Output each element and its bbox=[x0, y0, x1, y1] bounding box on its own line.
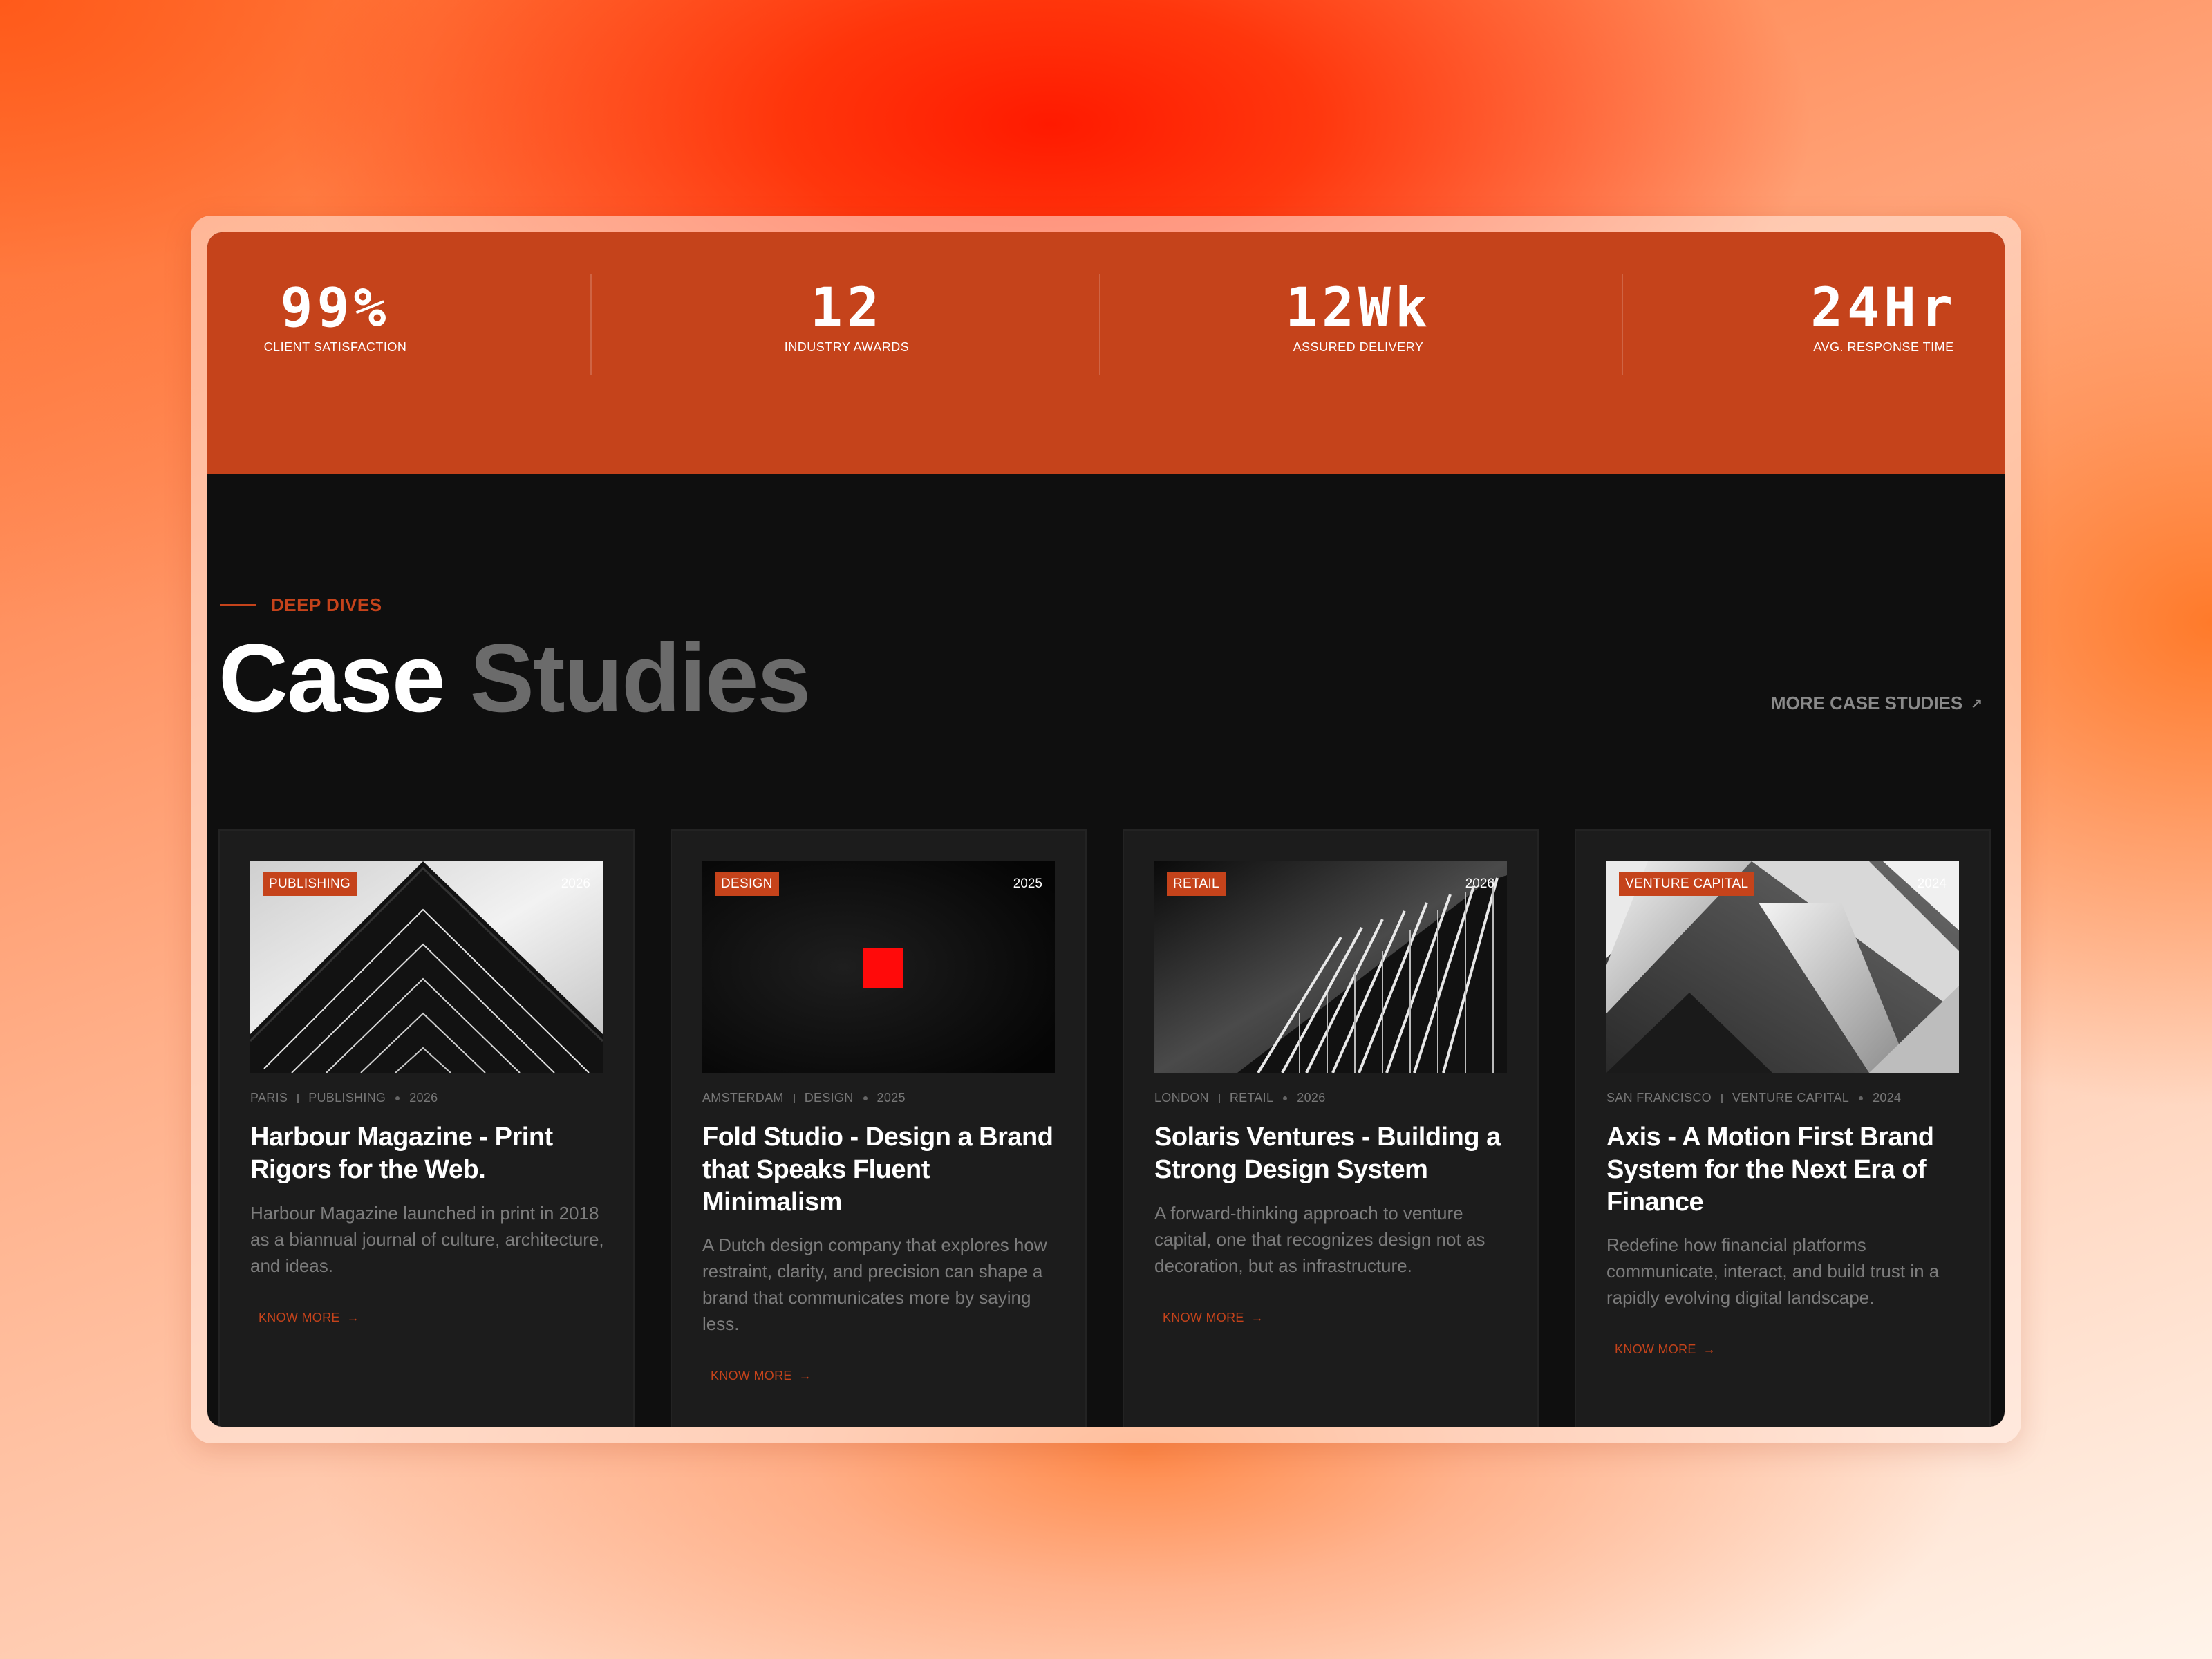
know-more-label: KNOW MORE bbox=[711, 1369, 792, 1382]
know-more-label: KNOW MORE bbox=[1615, 1342, 1696, 1356]
card-meta-year: 2026 bbox=[409, 1091, 438, 1105]
stat-response-time: 24Hr AVG. RESPONSE TIME bbox=[1797, 281, 1970, 355]
know-more-label: KNOW MORE bbox=[259, 1311, 340, 1324]
meta-dot bbox=[395, 1096, 400, 1100]
page-window: 99% CLIENT SATISFACTION 12 INDUSTRY AWAR… bbox=[207, 232, 2005, 1427]
know-more-link[interactable]: KNOW MORE → bbox=[1163, 1311, 1264, 1325]
card-title: Harbour Magazine - Print Rigors for the … bbox=[250, 1123, 553, 1184]
eyebrow-text: DEEP DIVES bbox=[271, 594, 382, 615]
more-link-label: MORE CASE STUDIES bbox=[1770, 693, 1963, 713]
card-category: VENTURE CAPITAL bbox=[1732, 1091, 1850, 1105]
card-title: Axis - A Motion First Brand System for t… bbox=[1606, 1123, 1934, 1217]
card-year: 2025 bbox=[1013, 877, 1042, 891]
stat-label: INDUSTRY AWARDS bbox=[784, 340, 910, 354]
know-more-link[interactable]: KNOW MORE → bbox=[259, 1311, 359, 1325]
meta-separator bbox=[793, 1093, 795, 1103]
stat-divider bbox=[590, 274, 592, 375]
card-year: 2026 bbox=[561, 877, 590, 891]
card-category: DESIGN bbox=[804, 1091, 854, 1105]
card-title: Fold Studio - Design a Brand that Speaks… bbox=[702, 1123, 1053, 1217]
stat-industry-awards: 12 INDUSTRY AWARDS bbox=[760, 281, 933, 355]
case-study-card[interactable]: VENTURE CAPITAL 2024 SAN FRANCISCO VENTU… bbox=[1575, 830, 1991, 1427]
stat-divider bbox=[1622, 274, 1623, 375]
stat-assured-delivery: 12Wk ASSURED DELIVERY bbox=[1272, 281, 1445, 355]
more-case-studies-link[interactable]: MORE CASE STUDIES ↗ bbox=[1771, 693, 1983, 714]
know-more-link[interactable]: KNOW MORE → bbox=[1615, 1342, 1716, 1357]
card-image-chevron-building: PUBLISHING 2026 bbox=[250, 861, 603, 1073]
stat-value: 12 bbox=[810, 277, 883, 339]
stat-label: AVG. RESPONSE TIME bbox=[1813, 340, 1954, 354]
card-year: 2026 bbox=[1465, 877, 1494, 891]
know-more-link[interactable]: KNOW MORE → bbox=[711, 1369, 812, 1383]
stat-divider bbox=[1099, 274, 1100, 375]
card-category: PUBLISHING bbox=[308, 1091, 386, 1105]
meta-separator bbox=[1721, 1093, 1723, 1103]
meta-separator bbox=[297, 1093, 299, 1103]
card-meta-year: 2026 bbox=[1297, 1091, 1326, 1105]
card-title: Solaris Ventures - Building a Strong Des… bbox=[1154, 1123, 1501, 1184]
title-secondary: Studies bbox=[469, 624, 812, 732]
card-meta-year: 2025 bbox=[877, 1091, 906, 1105]
card-location: PARIS bbox=[250, 1091, 288, 1105]
section-title: Case Studies bbox=[218, 624, 812, 732]
card-description: A forward-thinking approach to venture c… bbox=[1154, 1203, 1485, 1276]
arrow-right-icon: → bbox=[798, 1369, 812, 1382]
arrow-right-icon: → bbox=[1703, 1342, 1716, 1356]
card-tag: VENTURE CAPITAL bbox=[1619, 872, 1755, 896]
case-study-card[interactable]: PUBLISHING 2026 PARIS PUBLISHING 2026 Ha… bbox=[218, 830, 635, 1427]
stat-label: CLIENT SATISFACTION bbox=[263, 340, 407, 354]
card-description: Harbour Magazine launched in print in 20… bbox=[250, 1203, 604, 1276]
meta-dot bbox=[1283, 1096, 1288, 1100]
card-meta: AMSTERDAM DESIGN 2025 bbox=[702, 1091, 906, 1105]
meta-separator bbox=[1218, 1093, 1220, 1103]
stat-client-satisfaction: 99% CLIENT SATISFACTION bbox=[249, 281, 422, 355]
meta-dot bbox=[863, 1096, 868, 1100]
arrow-up-right-icon: ↗ bbox=[1971, 696, 1983, 711]
browser-frame: 99% CLIENT SATISFACTION 12 INDUSTRY AWAR… bbox=[191, 216, 2021, 1443]
section-eyebrow: DEEP DIVES bbox=[220, 594, 382, 616]
card-description: Redefine how financial platforms communi… bbox=[1606, 1235, 1940, 1308]
card-location: LONDON bbox=[1154, 1091, 1209, 1105]
card-year: 2024 bbox=[1917, 877, 1947, 891]
case-study-card[interactable]: RETAIL 2026 LONDON RETAIL 2026 Solaris V… bbox=[1123, 830, 1539, 1427]
know-more-label: KNOW MORE bbox=[1163, 1311, 1244, 1324]
card-meta: LONDON RETAIL 2026 bbox=[1154, 1091, 1326, 1105]
card-location: SAN FRANCISCO bbox=[1606, 1091, 1712, 1105]
stats-band: 99% CLIENT SATISFACTION 12 INDUSTRY AWAR… bbox=[207, 232, 2005, 474]
card-image-abstract-chevrons: VENTURE CAPITAL 2024 bbox=[1606, 861, 1959, 1073]
card-tag: DESIGN bbox=[715, 872, 779, 896]
stat-value: 99% bbox=[280, 277, 391, 339]
stat-value: 24Hr bbox=[1810, 277, 1957, 339]
card-meta-year: 2024 bbox=[1873, 1091, 1902, 1105]
card-tag: RETAIL bbox=[1167, 872, 1226, 896]
card-image-architecture-fins: RETAIL 2026 bbox=[1154, 861, 1507, 1073]
stat-label: ASSURED DELIVERY bbox=[1293, 340, 1424, 354]
stat-value: 12Wk bbox=[1285, 277, 1432, 339]
card-image-red-square: DESIGN 2025 bbox=[702, 861, 1055, 1073]
title-primary: Case bbox=[218, 624, 446, 732]
card-meta: PARIS PUBLISHING 2026 bbox=[250, 1091, 438, 1105]
card-category: RETAIL bbox=[1229, 1091, 1274, 1105]
arrow-right-icon: → bbox=[1250, 1311, 1264, 1324]
card-tag: PUBLISHING bbox=[263, 872, 357, 896]
eyebrow-line bbox=[220, 604, 256, 606]
case-study-card[interactable]: DESIGN 2025 AMSTERDAM DESIGN 2025 Fold S… bbox=[671, 830, 1087, 1427]
card-description: A Dutch design company that explores how… bbox=[702, 1235, 1047, 1334]
card-meta: SAN FRANCISCO VENTURE CAPITAL 2024 bbox=[1606, 1091, 1901, 1105]
card-location: AMSTERDAM bbox=[702, 1091, 784, 1105]
meta-dot bbox=[1859, 1096, 1864, 1100]
arrow-right-icon: → bbox=[346, 1311, 360, 1324]
